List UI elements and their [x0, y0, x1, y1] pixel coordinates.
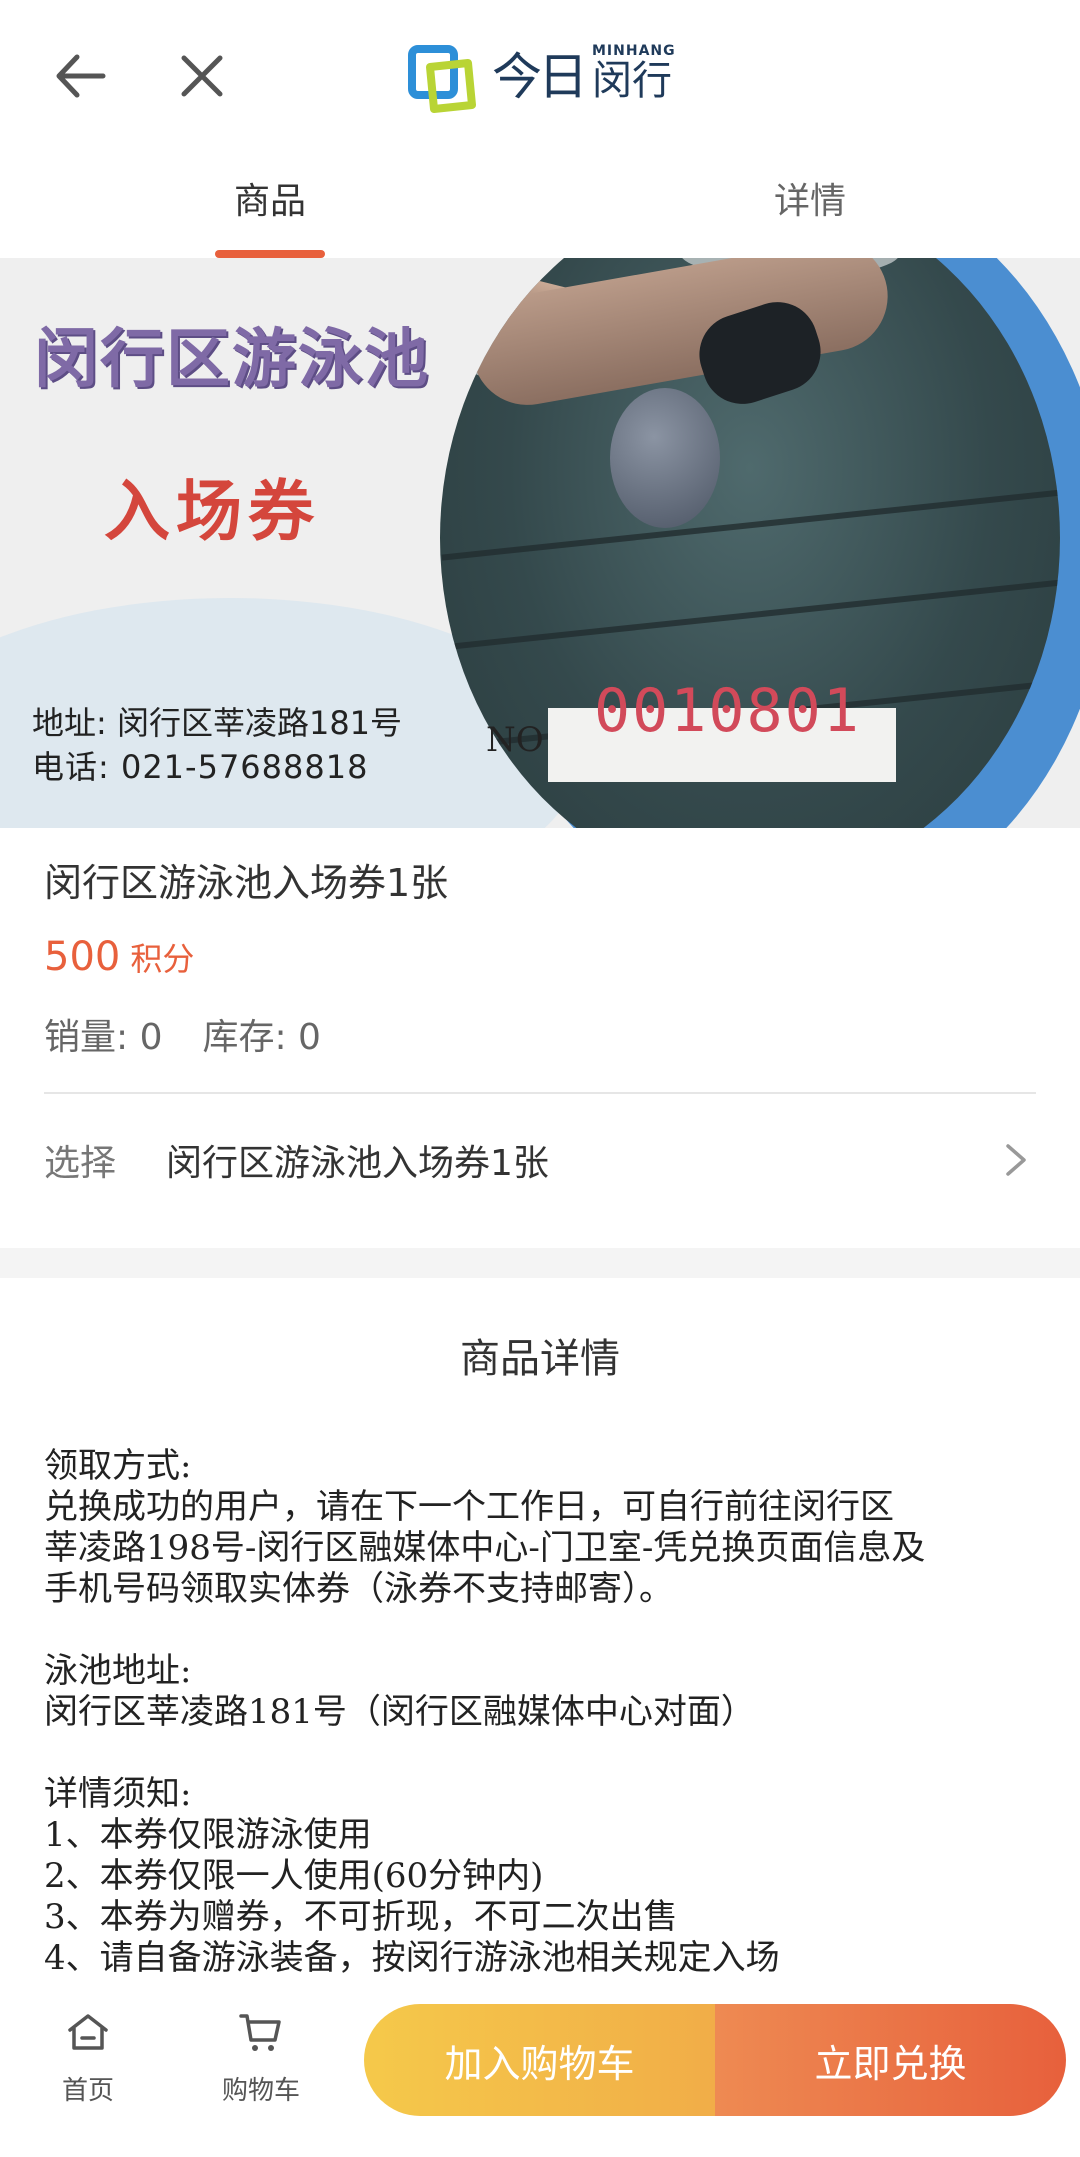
redeem-now-button[interactable]: 立即兑换	[715, 2004, 1066, 2116]
details-body: 领取方式: 兑换成功的用户，请在下一个工作日，可自行前往闵行区 莘凌路198号-…	[44, 1446, 1044, 1979]
ticket-subtitle: 入场券	[104, 472, 320, 550]
ticket-no-label: NO	[486, 720, 544, 760]
product-image: 闵行区游泳池 入场券 地址: 闵行区莘凌路181号 电话: 021-576888…	[0, 258, 1080, 828]
pool-address: 闵行区莘凌路181号（闵行区融媒体中心对面）	[44, 1692, 755, 1732]
nav-cart[interactable]: 购物车	[206, 2008, 316, 2118]
top-bar: 今日 MINHANG 闵行	[0, 0, 1080, 150]
ticket-serial-number: 0010801	[594, 676, 861, 746]
pickup-line: 兑换成功的用户，请在下一个工作日，可自行前往闵行区	[44, 1487, 894, 1527]
swimmer-cap	[610, 388, 720, 528]
chevron-right-icon	[1006, 1144, 1026, 1176]
notice-line: 4、请自备游泳装备，按闵行游泳池相关规定入场	[44, 1938, 780, 1978]
logo-en-text: MINHANG	[592, 43, 676, 59]
notice-line: 1、本券仅限游泳使用	[44, 1815, 372, 1855]
section-separator	[0, 1248, 1080, 1278]
ticket-phone: 电话: 021-57688818	[32, 748, 369, 786]
nav-cart-label: 购物车	[221, 2076, 300, 2106]
pool-lane-line	[441, 571, 1060, 651]
product-name: 闵行区游泳池入场券1张	[44, 861, 449, 905]
sales-count: 销量: 0	[44, 1017, 163, 1058]
logo-jinri-text: 今日	[492, 48, 588, 106]
logo-cn-text: 闵行	[592, 58, 672, 104]
nav-home[interactable]: 首页	[40, 2008, 136, 2118]
notice-line: 2、本券仅限一人使用(60分钟内)	[44, 1856, 544, 1896]
pickup-line: 莘凌路198号-闵行区融媒体中心-门卫室-凭兑换页面信息及	[44, 1528, 926, 1568]
details-title: 商品详情	[460, 1336, 620, 1382]
active-tab-indicator	[215, 250, 325, 258]
pool-heading: 泳池地址:	[44, 1651, 192, 1691]
select-value: 闵行区游泳池入场券1张	[166, 1143, 549, 1184]
ticket-address: 地址: 闵行区莘凌路181号	[32, 704, 403, 742]
tab-details[interactable]: 详情	[540, 150, 1080, 258]
product-price: 500 积分	[44, 934, 194, 980]
tab-bar: 商品 详情	[0, 150, 1080, 258]
logo-mark-icon	[408, 45, 476, 113]
add-to-cart-button[interactable]: 加入购物车	[364, 2004, 715, 2116]
pickup-heading: 领取方式:	[44, 1446, 192, 1486]
app-logo: 今日 MINHANG 闵行	[408, 28, 676, 118]
pool-lane-line	[441, 481, 1060, 561]
cart-icon	[239, 2014, 281, 2051]
close-button[interactable]	[166, 40, 238, 112]
tab-product[interactable]: 商品	[0, 150, 540, 258]
action-buttons: 加入购物车 立即兑换	[364, 2004, 1066, 2116]
home-icon	[68, 2014, 108, 2050]
price-unit: 积分	[130, 940, 195, 978]
close-icon	[181, 55, 223, 97]
bottom-bar: 首页 购物车 加入购物车 立即兑换	[0, 1990, 1080, 2157]
product-stats: 销量: 0 库存: 0	[44, 1008, 361, 1060]
nav-home-label: 首页	[61, 2076, 114, 2106]
back-arrow-icon	[56, 54, 106, 98]
back-button[interactable]	[44, 40, 116, 112]
select-label: 选择	[44, 1143, 117, 1184]
ticket-title: 闵行区游泳池	[34, 323, 430, 397]
pickup-line: 手机号码领取实体券（泳券不支持邮寄）。	[44, 1569, 673, 1609]
notice-heading: 详情须知:	[44, 1774, 192, 1814]
price-value: 500	[44, 934, 121, 980]
variant-select-row[interactable]: 选择 闵行区游泳池入场券1张	[0, 1094, 1080, 1224]
notice-line: 3、本券为赠券，不可折现，不可二次出售	[44, 1897, 678, 1937]
stock-count: 库存: 0	[202, 1017, 321, 1058]
